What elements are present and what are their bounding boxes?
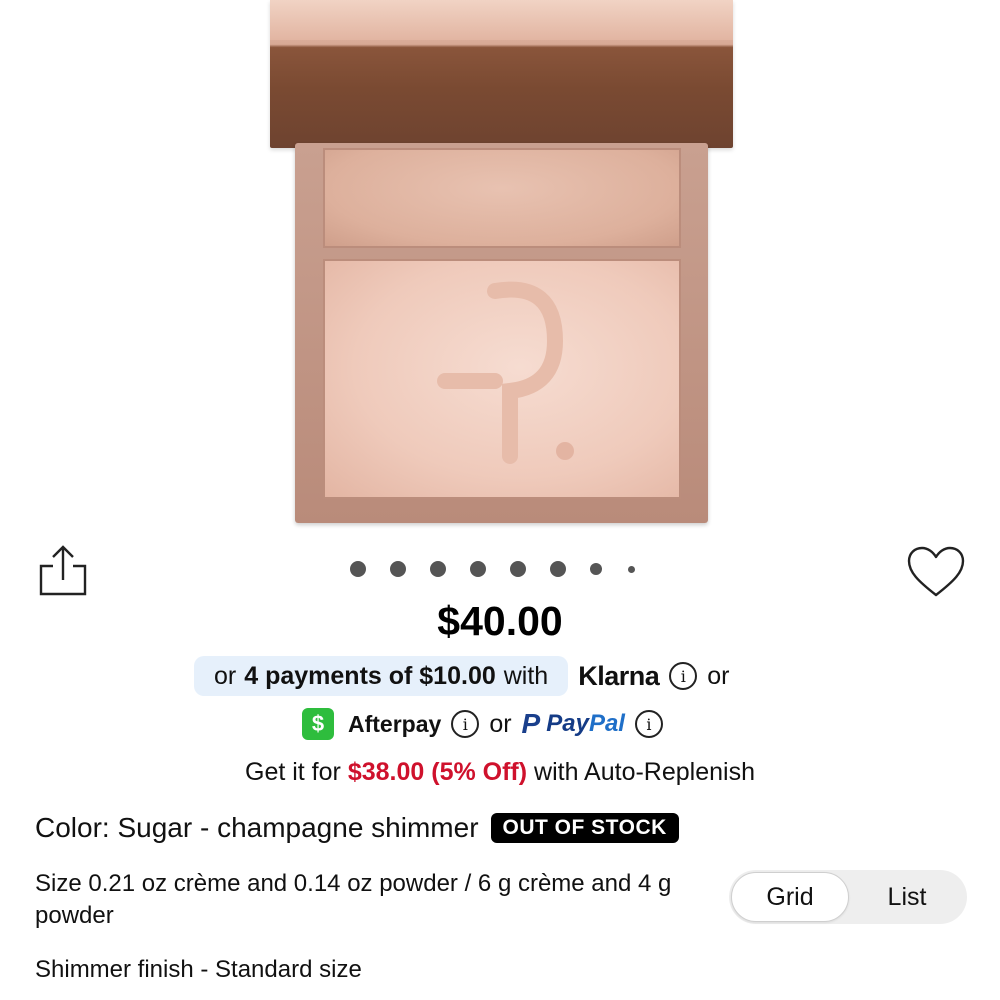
product-price: $40.00: [437, 598, 563, 644]
klarna-logo: Klarna: [578, 660, 660, 691]
creme-pan: [323, 148, 681, 248]
view-toggle: Grid List: [729, 870, 967, 924]
list-view-option[interactable]: List: [849, 872, 965, 922]
compact-lid: [270, 0, 733, 148]
carousel-dot[interactable]: [390, 561, 406, 577]
alt-payment-line: $ Afterpay i or P PayPal i: [302, 704, 673, 744]
paypal-logo-icon: P: [521, 708, 541, 739]
size-info: Size 0.21 oz crème and 0.14 oz powder / …: [35, 870, 672, 929]
wishlist-button[interactable]: [906, 545, 966, 599]
color-label: Color: Sugar - champagne shimmer: [35, 812, 479, 843]
image-carousel-dots: [350, 560, 659, 578]
carousel-dot[interactable]: [628, 565, 635, 573]
heart-icon: [907, 546, 965, 597]
paypal-info-icon[interactable]: i: [634, 710, 663, 738]
carousel-dot[interactable]: [430, 561, 446, 577]
afterpay-info-icon[interactable]: i: [451, 710, 480, 738]
auto-replenish-offer: Get it for $38.00 (5% Off) with Auto-Rep…: [245, 758, 755, 786]
product-image[interactable]: [0, 0, 1000, 540]
paypal-label: PayPal: [546, 710, 625, 737]
color-selection: Color: Sugar - champagne shimmer OUT OF …: [35, 812, 679, 844]
brand-logo-emboss: [437, 281, 574, 464]
share-button[interactable]: [36, 544, 90, 598]
carousel-dot[interactable]: [550, 561, 566, 577]
carousel-dot[interactable]: [350, 561, 366, 577]
carousel-dot[interactable]: [510, 561, 526, 577]
grid-view-option[interactable]: Grid: [731, 872, 849, 922]
out-of-stock-badge: OUT OF STOCK: [490, 813, 679, 843]
klarna-installments[interactable]: or 4 payments of $10.00 with: [194, 656, 569, 696]
replenish-sale-price: $38.00 (5% Off): [347, 758, 528, 786]
afterpay-logo-icon: $: [302, 708, 334, 740]
powder-pan: [323, 259, 681, 499]
compact-base: [295, 143, 708, 523]
share-icon: [39, 545, 87, 596]
carousel-dot[interactable]: [470, 561, 486, 577]
finish-info: Shimmer finish - Standard size: [35, 956, 362, 983]
klarna-payment-line: or 4 payments of $10.00 with Klarna i or: [194, 654, 730, 698]
klarna-info-icon[interactable]: i: [669, 662, 698, 690]
carousel-dot[interactable]: [590, 563, 602, 575]
afterpay-label: Afterpay: [348, 710, 442, 737]
